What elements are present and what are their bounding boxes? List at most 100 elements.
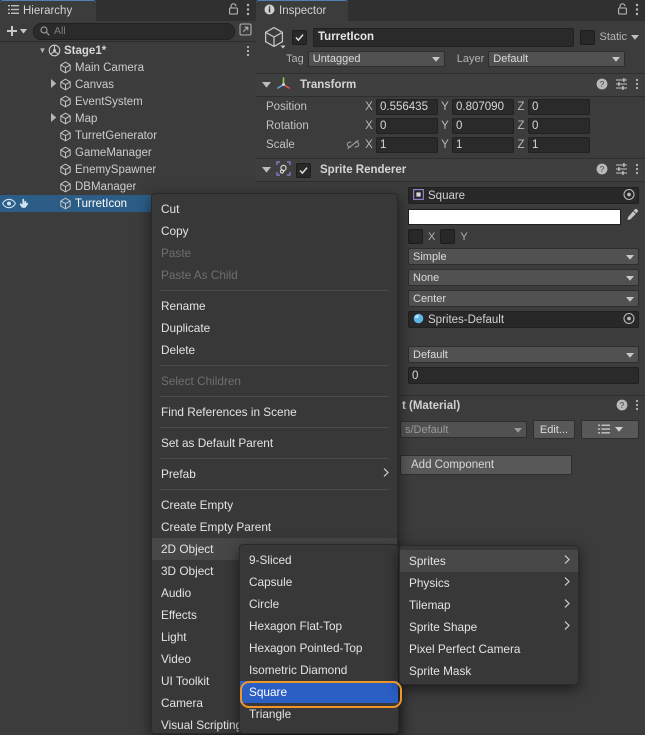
hierarchy-item-turretgenerator[interactable]: TurretGenerator	[0, 127, 256, 144]
static-checkbox[interactable]	[580, 29, 596, 45]
menu-item-prefab[interactable]: Prefab	[152, 463, 397, 485]
menu-item-isometric-diamond[interactable]: Isometric Diamond	[240, 659, 398, 681]
menu-item-tilemap[interactable]: Tilemap	[400, 594, 578, 616]
material-field[interactable]: Sprites-Default	[408, 311, 639, 328]
link-broken-icon[interactable]	[346, 139, 362, 150]
menu-item-create-empty[interactable]: Create Empty	[152, 494, 397, 516]
tag-dropdown[interactable]: Untagged	[307, 51, 445, 67]
kebab-menu-icon[interactable]	[635, 78, 639, 93]
menu-item-duplicate[interactable]: Duplicate	[152, 317, 397, 339]
menu-item-9-sliced[interactable]: 9-Sliced	[240, 549, 398, 571]
transform-position-z-field[interactable]: 0	[528, 98, 590, 115]
eye-icon[interactable]	[2, 198, 16, 212]
object-picker-icon[interactable]	[623, 312, 635, 327]
menu-item-triangle[interactable]: Triangle	[240, 703, 398, 725]
preset-sliders-icon[interactable]	[615, 77, 628, 93]
transform-rotation-y-field[interactable]: 0	[452, 117, 514, 134]
static-label: Static	[599, 31, 627, 43]
help-circle-icon[interactable]: ?	[616, 399, 628, 414]
menu-item-rename[interactable]: Rename	[152, 295, 397, 317]
add-component-button[interactable]: Add Component	[400, 455, 572, 475]
transform-scale-x-field[interactable]: 1	[376, 136, 438, 153]
foldout-icon[interactable]	[262, 79, 271, 91]
menu-item-delete[interactable]: Delete	[152, 339, 397, 361]
transform-position-x-field[interactable]: 0.556435	[376, 98, 438, 115]
menu-item-pixel-perfect-camera[interactable]: Pixel Perfect Camera	[400, 638, 578, 660]
menu-item-hexagon-flat-top[interactable]: Hexagon Flat-Top	[240, 615, 398, 637]
hierarchy-item-eventsystem[interactable]: EventSystem	[0, 93, 256, 110]
hierarchy-scene-row[interactable]: ▼ Stage1*	[0, 42, 256, 59]
scene-twirl-icon[interactable]: ▼	[37, 46, 48, 55]
mask-interaction-dropdown[interactable]: None	[408, 269, 639, 286]
transform-rotation-z-field[interactable]: 0	[528, 117, 590, 134]
material-preset-button[interactable]	[581, 420, 639, 439]
lock-icon[interactable]	[228, 3, 239, 18]
menu-item-set-as-default-parent[interactable]: Set as Default Parent	[152, 432, 397, 454]
kebab-menu-icon[interactable]	[635, 163, 639, 178]
lock-icon[interactable]	[617, 3, 628, 18]
menu-item-find-references-in-scene[interactable]: Find References in Scene	[152, 401, 397, 423]
shader-dropdown[interactable]: s/Default	[400, 421, 527, 438]
flip-y-checkbox[interactable]	[440, 229, 456, 244]
kebab-menu-icon[interactable]	[635, 3, 639, 19]
tab-hierarchy[interactable]: Hierarchy	[0, 0, 96, 21]
menu-item-sprite-mask[interactable]: Sprite Mask	[400, 660, 578, 682]
expand-twirl-icon[interactable]	[48, 79, 59, 90]
hierarchy-item-gamemanager[interactable]: GameManager	[0, 144, 256, 161]
menu-item-circle[interactable]: Circle	[240, 593, 398, 615]
flip-x-checkbox[interactable]	[408, 229, 423, 244]
hierarchy-item-main-camera[interactable]: Main Camera	[0, 59, 256, 76]
menu-item-label: Triangle	[249, 707, 292, 721]
hierarchy-item-canvas[interactable]: Canvas	[0, 76, 256, 93]
expand-twirl-icon[interactable]	[48, 113, 59, 124]
order-in-layer-field[interactable]: 0	[408, 367, 639, 384]
kebab-menu-icon[interactable]	[635, 399, 639, 414]
sprite-sort-point-dropdown[interactable]: Center	[408, 290, 639, 307]
sprite-renderer-enabled-checkbox[interactable]	[296, 162, 311, 178]
hand-pointer-icon[interactable]	[18, 197, 30, 212]
gameobject-enabled-checkbox[interactable]	[292, 29, 307, 45]
open-in-new-icon[interactable]	[239, 23, 252, 39]
layer-dropdown[interactable]: Default	[488, 51, 626, 67]
sorting-layer-dropdown[interactable]: Default	[408, 346, 639, 363]
sprite-field[interactable]: Square	[408, 187, 639, 204]
sprites-submenu[interactable]: 9-Sliced Capsule Circle Hexagon Flat-Top Hex…	[239, 544, 399, 734]
tab-inspector[interactable]: Inspector	[256, 0, 348, 21]
transform-position-y-field[interactable]: 0.807090	[452, 98, 514, 115]
draw-mode-dropdown[interactable]: Simple	[408, 248, 639, 265]
kebab-menu-icon[interactable]	[246, 3, 250, 19]
transform-component-header[interactable]: Transform ?	[256, 73, 645, 97]
object-picker-icon[interactable]	[623, 188, 635, 203]
help-circle-icon[interactable]: ?	[596, 78, 608, 93]
shader-edit-button[interactable]: Edit...	[532, 420, 575, 439]
menu-item-create-empty-parent[interactable]: Create Empty Parent	[152, 516, 397, 538]
menu-item-copy[interactable]: Copy	[152, 220, 397, 242]
hierarchy-item-enemyspawner[interactable]: EnemySpawner	[0, 161, 256, 178]
preset-sliders-icon[interactable]	[615, 162, 628, 178]
menu-item-sprite-shape[interactable]: Sprite Shape	[400, 616, 578, 638]
transform-rotation-x-field[interactable]: 0	[376, 117, 438, 134]
add-gameobject-button[interactable]	[4, 25, 29, 37]
menu-item-sprites[interactable]: Sprites	[400, 550, 578, 572]
menu-item-physics[interactable]: Physics	[400, 572, 578, 594]
help-circle-icon[interactable]: ?	[596, 163, 608, 178]
search-input[interactable]: All	[33, 22, 235, 40]
foldout-icon[interactable]	[262, 164, 271, 176]
eyedropper-icon[interactable]	[625, 208, 639, 225]
menu-item-square[interactable]: Square	[240, 681, 398, 703]
menu-item-cut[interactable]: Cut	[152, 198, 397, 220]
gameobject-name-field[interactable]: TurretIcon	[313, 27, 575, 47]
transform-scale-z-field[interactable]: 1	[528, 136, 590, 153]
gameobject-header: TurretIcon Static	[256, 21, 645, 49]
sprite-renderer-component-header[interactable]: Sprite Renderer ?	[256, 158, 645, 182]
menu-item-capsule[interactable]: Capsule	[240, 571, 398, 593]
transform-scale-y-field[interactable]: 1	[452, 136, 514, 153]
scene-kebab-icon[interactable]	[246, 45, 250, 60]
chevron-down-icon[interactable]	[631, 31, 639, 43]
menu-item-hexagon-pointed-top[interactable]: Hexagon Pointed-Top	[240, 637, 398, 659]
hierarchy-item-map[interactable]: Map	[0, 110, 256, 127]
twod-object-submenu[interactable]: Sprites Physics Tilemap Sprite Shape Pixel P…	[399, 545, 579, 685]
static-toggle[interactable]: Static	[580, 29, 639, 45]
color-swatch[interactable]	[408, 208, 621, 225]
material-value: Sprites-Default	[428, 313, 505, 326]
